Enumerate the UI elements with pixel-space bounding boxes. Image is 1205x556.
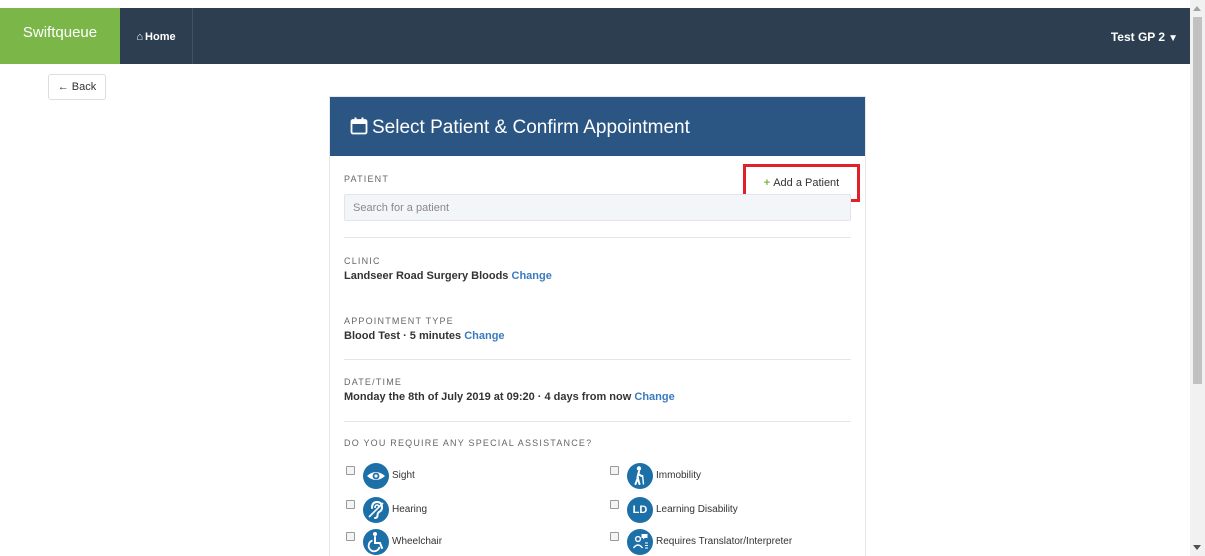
appointment-type-section: APPOINTMENT TYPE Blood Test · 5 minutes …: [344, 316, 851, 342]
assist-option-sight[interactable]: Sight: [346, 463, 586, 489]
chevron-down-icon: ▼: [1168, 33, 1178, 44]
datetime-change-link[interactable]: Change: [634, 391, 674, 403]
page-title: Select Patient & Confirm Appointment: [350, 97, 865, 161]
scrollbar-thumb[interactable]: [1193, 17, 1202, 384]
wheelchair-checkbox[interactable]: [346, 532, 355, 541]
datetime-text: Monday the 8th of July 2019 at 09:20 · 4…: [344, 391, 632, 403]
eye-icon: [363, 463, 389, 489]
appointment-type-change-link[interactable]: Change: [464, 330, 504, 342]
divider: [344, 237, 851, 238]
clinic-name: Landseer Road Surgery Bloods: [344, 270, 509, 282]
assistance-section: DO YOU REQUIRE ANY SPECIAL ASSISTANCE?: [344, 438, 851, 448]
top-navbar: Swiftqueue ⌂ Home Test GP 2 ▼: [0, 8, 1190, 64]
home-icon: ⌂: [136, 31, 144, 43]
datetime-label: DATE/TIME: [344, 377, 403, 387]
appointment-card: Select Patient & Confirm Appointment PAT…: [329, 96, 866, 556]
brand-logo[interactable]: Swiftqueue: [0, 8, 120, 64]
add-patient-label: Add a Patient: [773, 177, 840, 189]
back-button-label: Back: [71, 81, 97, 93]
datetime-value: Monday the 8th of July 2019 at 09:20 · 4…: [344, 391, 851, 403]
appointment-type-value: Blood Test · 5 minutes Change: [344, 330, 851, 342]
calendar-icon: [350, 99, 368, 161]
assist-option-hearing[interactable]: Hearing: [346, 497, 586, 523]
hearing-checkbox[interactable]: [346, 500, 355, 509]
assist-option-translator[interactable]: Requires Translator/Interpreter: [610, 529, 850, 555]
translator-checkbox[interactable]: [610, 532, 619, 541]
nav-home-link[interactable]: ⌂ Home: [120, 8, 193, 64]
appointment-type-label: APPOINTMENT TYPE: [344, 316, 454, 326]
patient-search-input[interactable]: [344, 194, 851, 221]
arrow-left-icon: ←: [57, 81, 69, 93]
learning-disability-label: Learning Disability: [656, 504, 738, 515]
ld-icon: LD: [627, 497, 653, 523]
wheelchair-label: Wheelchair: [392, 536, 443, 547]
learning-disability-checkbox[interactable]: [610, 500, 619, 509]
clinic-label: CLINIC: [344, 256, 381, 266]
card-header: Select Patient & Confirm Appointment: [330, 97, 865, 156]
page-scrollbar[interactable]: [1190, 0, 1205, 556]
clinic-section: CLINIC Landseer Road Surgery Bloods Chan…: [344, 256, 851, 282]
assist-option-wheelchair[interactable]: Wheelchair: [346, 529, 586, 555]
translator-icon: [627, 529, 653, 555]
scroll-up-arrow-icon[interactable]: [1193, 6, 1201, 11]
scroll-down-arrow-icon[interactable]: [1193, 545, 1201, 550]
assist-option-learning-disability[interactable]: LD Learning Disability: [610, 497, 850, 523]
divider: [344, 359, 851, 360]
divider: [344, 421, 851, 422]
sight-checkbox[interactable]: [346, 466, 355, 475]
back-button[interactable]: ← Back: [48, 74, 106, 100]
user-menu-label: Test GP 2: [1110, 30, 1166, 44]
appointment-type-text: Blood Test · 5 minutes: [344, 330, 462, 342]
hearing-label: Hearing: [392, 504, 428, 515]
clinic-value: Landseer Road Surgery Bloods Change: [344, 270, 851, 282]
plus-icon: +: [763, 177, 771, 189]
card-title-text: Select Patient & Confirm Appointment: [372, 117, 690, 138]
clinic-change-link[interactable]: Change: [512, 270, 552, 282]
assist-option-immobility[interactable]: Immobility: [610, 463, 850, 489]
walking-cane-icon: [627, 463, 653, 489]
ear-icon: [363, 497, 389, 523]
nav-home-label: Home: [145, 31, 176, 43]
immobility-label: Immobility: [656, 470, 702, 481]
sight-label: Sight: [392, 470, 415, 481]
wheelchair-icon: [363, 529, 389, 555]
datetime-section: DATE/TIME Monday the 8th of July 2019 at…: [344, 377, 851, 403]
immobility-checkbox[interactable]: [610, 466, 619, 475]
user-menu[interactable]: Test GP 2 ▼: [1111, 8, 1178, 64]
assistance-label: DO YOU REQUIRE ANY SPECIAL ASSISTANCE?: [344, 438, 593, 448]
translator-label: Requires Translator/Interpreter: [656, 536, 793, 547]
